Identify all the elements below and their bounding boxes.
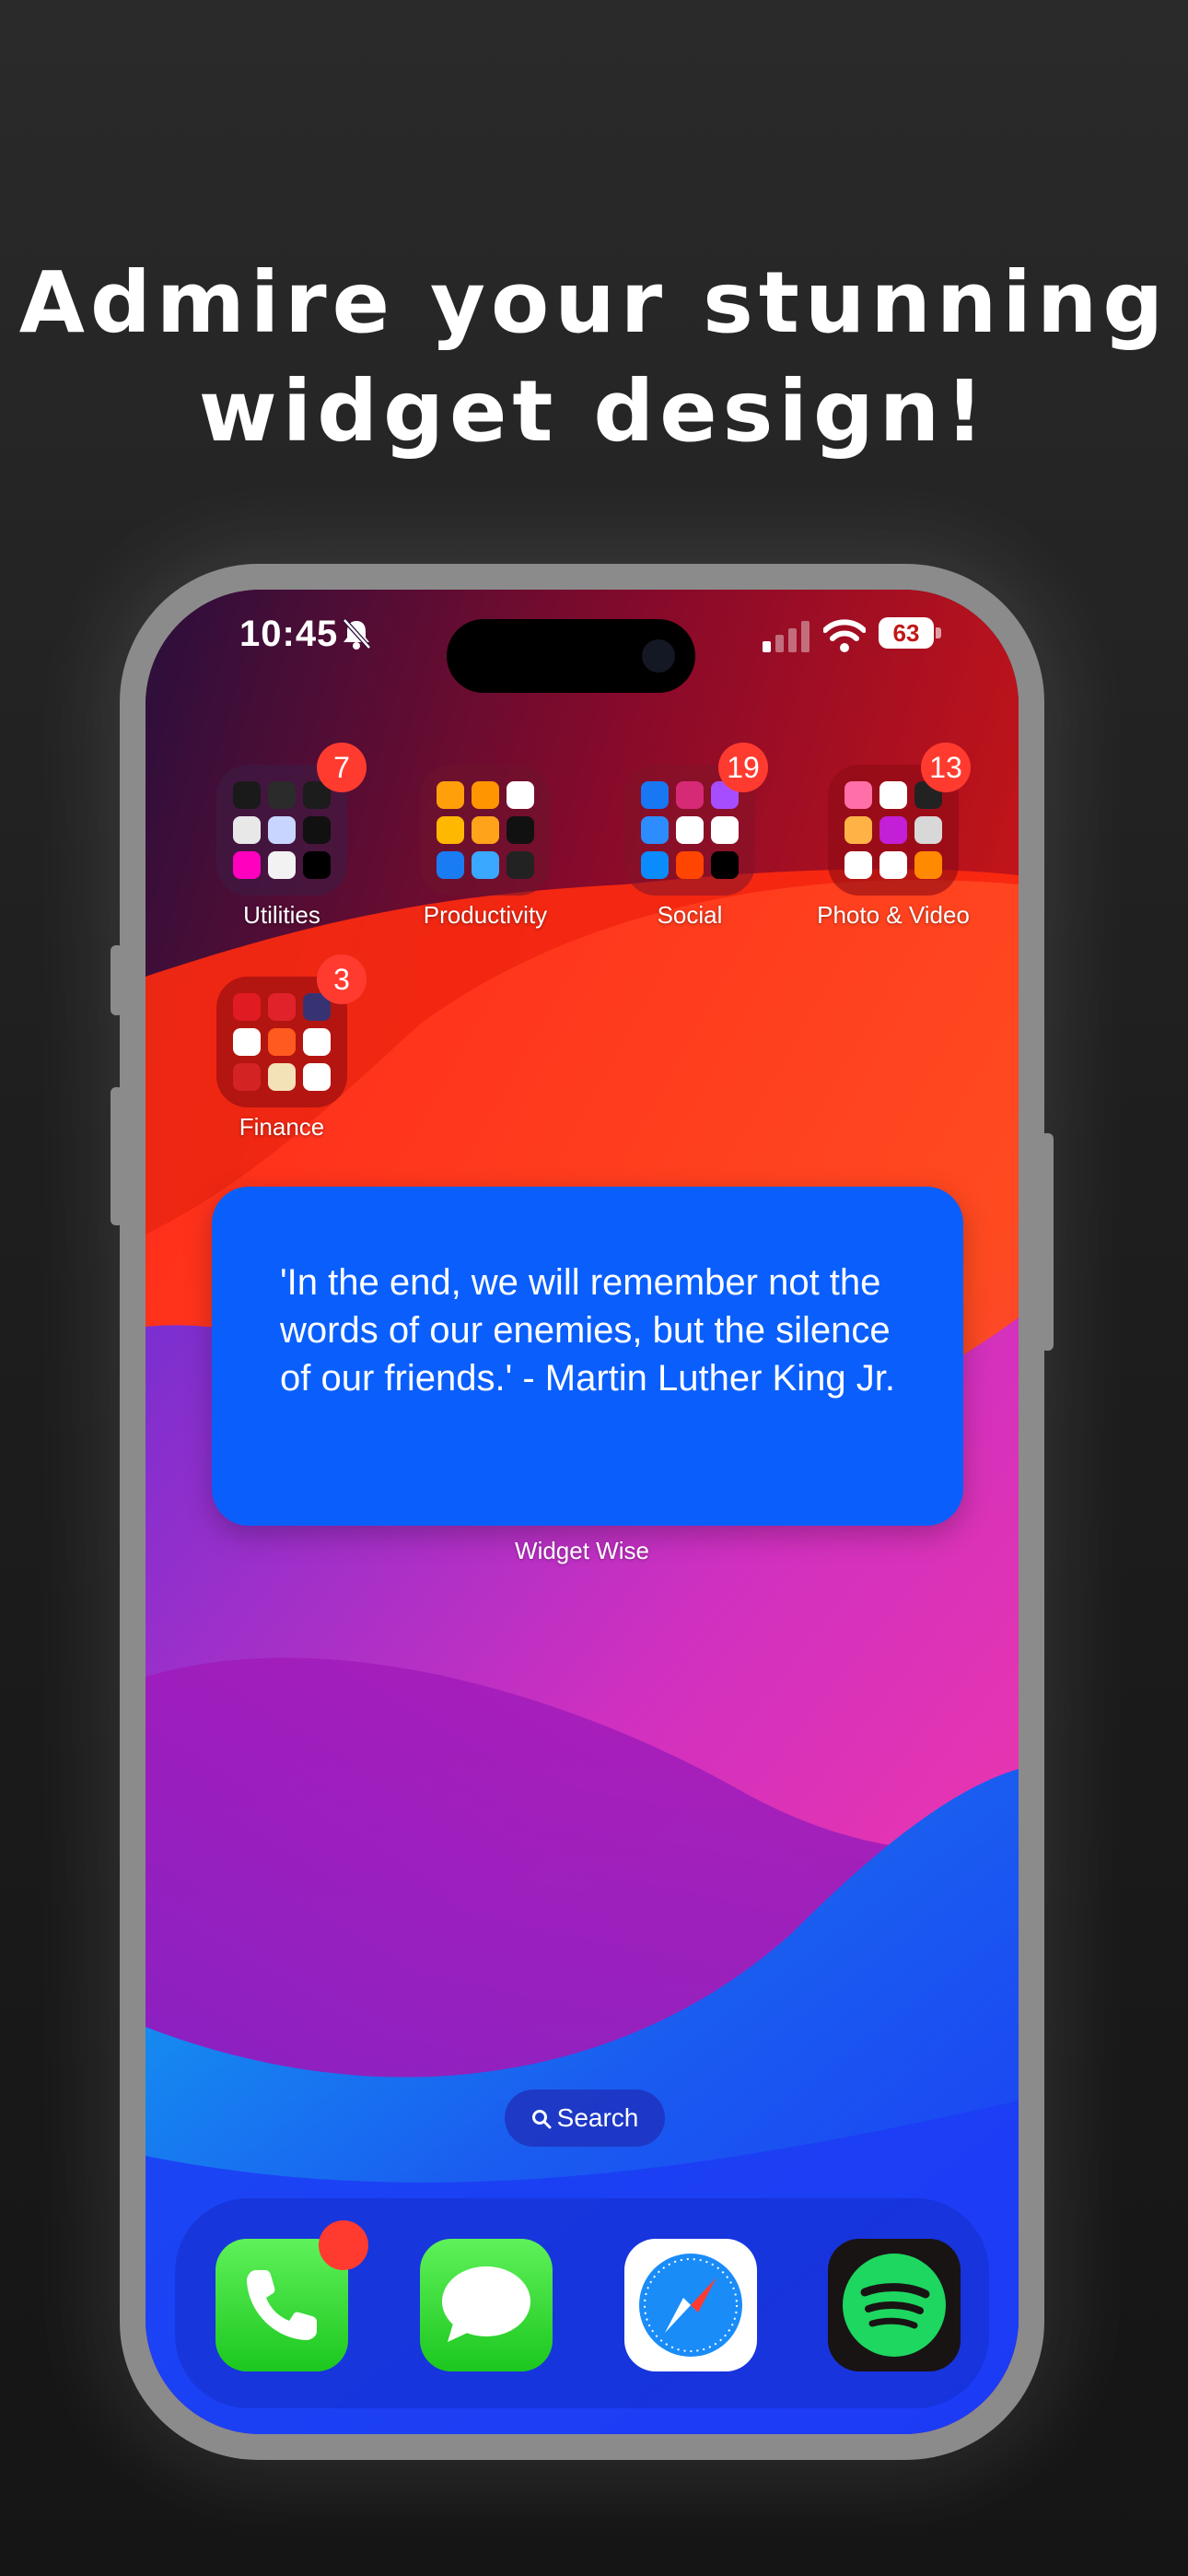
camera-icon (642, 639, 675, 673)
wifi-icon (823, 619, 866, 652)
capcut-icon (879, 851, 907, 879)
uber-icon (303, 851, 331, 879)
search-label: Search (556, 2103, 639, 2132)
folder-productivity[interactable] (420, 765, 551, 896)
signal-icon (763, 621, 809, 652)
spotify-icon (843, 2254, 946, 2357)
folder-icon-grid (233, 993, 331, 1091)
camera-app-icon (914, 816, 942, 844)
messages-app[interactable] (420, 2239, 553, 2371)
stack-icon (437, 781, 464, 809)
widget-caption: Widget Wise (515, 1537, 649, 1564)
freeform-icon (472, 851, 499, 879)
netflix-icon (507, 816, 534, 844)
gmail-icon (676, 816, 704, 844)
phone-screen: 10:45 63 7 Utilities Productivity 19 Soc… (146, 590, 1019, 2434)
tips-icon (437, 816, 464, 844)
widget-quote-text: 'In the end, we will remember not the wo… (280, 1262, 895, 1399)
headline: Admire your stunning widget design! (0, 249, 1188, 466)
safari-icon (639, 2254, 742, 2357)
folder-label-productivity: Productivity (423, 901, 548, 929)
paypal-icon (233, 1028, 261, 1056)
safari-app[interactable] (624, 2239, 757, 2371)
folder-icon-grid (844, 781, 942, 879)
photos-icon (879, 781, 907, 809)
power-button[interactable] (1041, 1133, 1054, 1351)
status-time: 10:45 (239, 614, 339, 654)
lyft-icon (233, 851, 261, 879)
carrot-icon (303, 1028, 331, 1056)
books-icon (472, 781, 499, 809)
settings-icon (268, 851, 296, 879)
health-icon (507, 781, 534, 809)
app-icon (507, 851, 534, 879)
volume-button[interactable] (111, 1087, 123, 1225)
keynote-icon (437, 851, 464, 879)
amazon-icon (268, 1063, 296, 1091)
drive-icon (711, 816, 739, 844)
app-icon (844, 816, 872, 844)
badge-photo-video: 13 (921, 743, 971, 792)
bell-slash-icon (343, 618, 371, 650)
shortcuts-icon (268, 781, 296, 809)
picsart-icon (879, 816, 907, 844)
battery-tip (936, 627, 941, 638)
pages-icon (472, 816, 499, 844)
calculator-icon (233, 816, 261, 844)
folder-label-finance: Finance (239, 1113, 325, 1141)
headline-line-2: widget design! (198, 362, 990, 461)
dynamic-island (447, 619, 695, 693)
badge-social: 19 (718, 743, 768, 792)
compass-icon (303, 816, 331, 844)
phone-notification-dot (319, 2220, 368, 2270)
shazam-icon (641, 851, 669, 879)
quote-widget[interactable]: 'In the end, we will remember not the wo… (212, 1187, 963, 1526)
folder-icon-grid (437, 781, 534, 879)
folder-label-utilities: Utilities (243, 901, 320, 929)
app-icon (268, 993, 296, 1021)
instagram-icon (676, 781, 704, 809)
search-button[interactable]: Search (505, 2090, 665, 2147)
reddit-icon (676, 851, 704, 879)
badge-utilities: 7 (317, 743, 367, 792)
app-icon (914, 851, 942, 879)
voice-memos-icon (233, 781, 261, 809)
scotiabank-icon (233, 993, 261, 1021)
folder-label-social: Social (657, 901, 723, 929)
messages-icon (442, 2266, 530, 2342)
x-icon (711, 851, 739, 879)
action-button[interactable] (111, 945, 123, 1015)
app-icon (844, 851, 872, 879)
headline-line-1: Admire your stunning (18, 253, 1170, 352)
spotify-app[interactable] (828, 2239, 961, 2371)
battery-indicator: 63 (879, 617, 934, 649)
yelp-icon (233, 1063, 261, 1091)
folder-icon-grid (641, 781, 739, 879)
search-icon (531, 2110, 552, 2129)
zoom-icon (641, 816, 669, 844)
folder-icon-grid (233, 781, 331, 879)
grid-app-icon (844, 781, 872, 809)
translate-icon (268, 816, 296, 844)
badge-finance: 3 (317, 954, 367, 1004)
ebay-icon (268, 1028, 296, 1056)
folder-label-photo-video: Photo & Video (817, 901, 970, 929)
wealthsimple-icon (303, 1063, 331, 1091)
facebook-icon (641, 781, 669, 809)
